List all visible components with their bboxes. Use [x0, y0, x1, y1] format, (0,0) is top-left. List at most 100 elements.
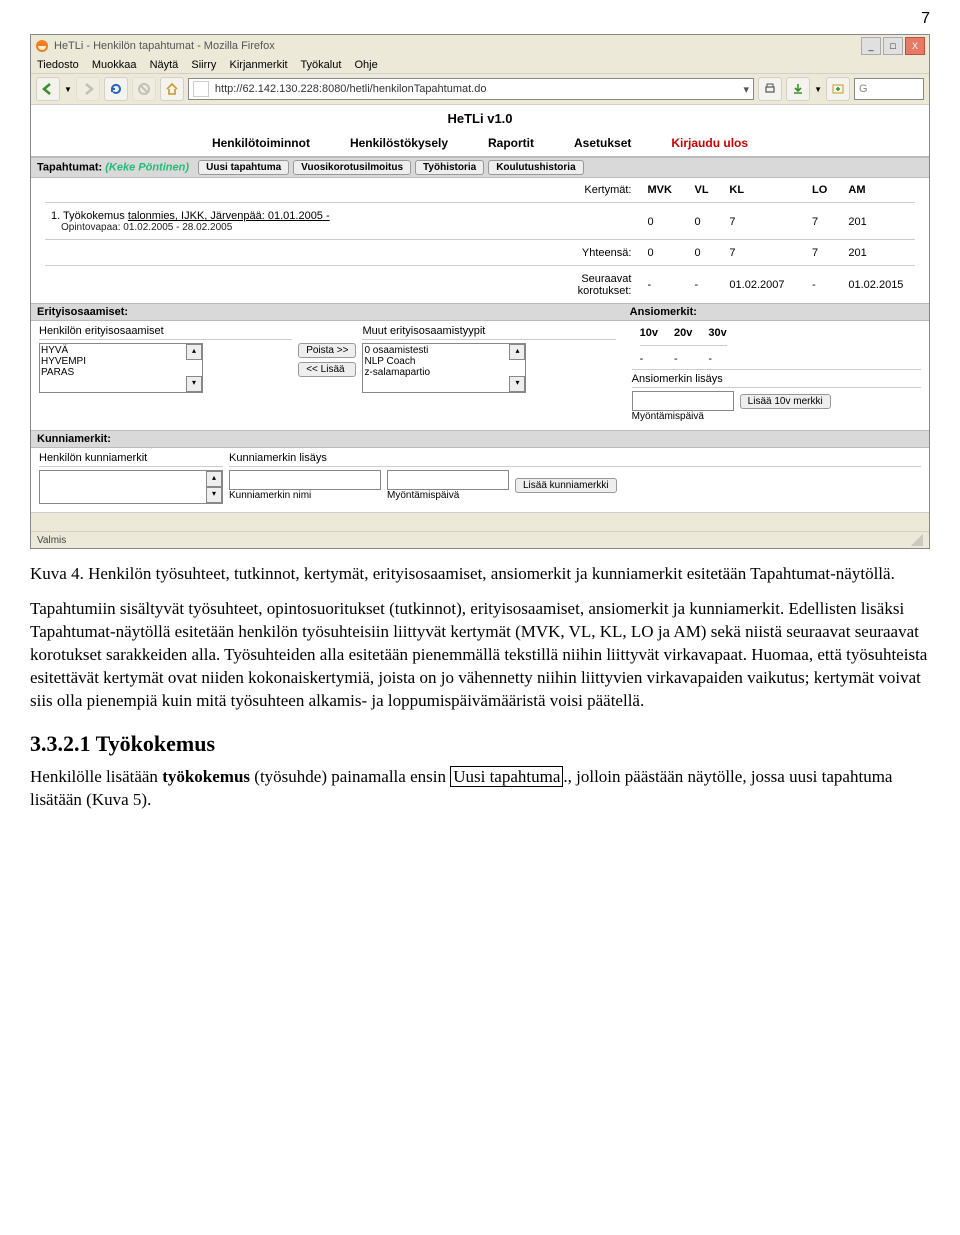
reload-button[interactable]	[104, 77, 128, 101]
next-vl: -	[686, 271, 721, 299]
col-mvk: MVK	[639, 182, 686, 198]
ansio-20v: 20v	[666, 325, 700, 341]
back-button[interactable]	[36, 77, 60, 101]
print-button[interactable]	[758, 77, 782, 101]
menu-tools[interactable]: Työkalut	[300, 59, 341, 71]
current-user[interactable]: (Keke Pöntinen)	[105, 161, 189, 173]
menu-view[interactable]: Näytä	[150, 59, 179, 71]
nav-henkilostokysely[interactable]: Henkilöstökysely	[350, 136, 448, 150]
scroll-down-icon[interactable]: ▾	[509, 376, 525, 392]
scroll-down-icon[interactable]: ▾	[186, 376, 202, 392]
ansio-val-10: -	[632, 351, 666, 367]
kunnia-left-label: Henkilön kunniamerkit	[39, 452, 223, 464]
val-kl: 7	[721, 208, 804, 235]
erityis-panel-head: Erityisosaamiset:	[31, 303, 624, 321]
col-vl: VL	[686, 182, 721, 198]
menu-help[interactable]: Ohje	[354, 59, 377, 71]
forward-button[interactable]	[76, 77, 100, 101]
menu-bookmarks[interactable]: Kirjanmerkit	[230, 59, 288, 71]
url-dropdown-icon[interactable]: ▾	[744, 83, 750, 96]
menu-file[interactable]: Tiedosto	[37, 59, 79, 71]
val-am: 201	[840, 208, 923, 235]
list-item[interactable]: HYVÄ	[41, 345, 201, 356]
erityis-right-label: Muut erityisosaamistyypit	[362, 325, 615, 337]
lisaa-kunniamerkki-button[interactable]: Lisää kunniamerkki	[515, 478, 617, 493]
vuosikorotusilmoitus-button[interactable]: Vuosikorotusilmoitus	[293, 160, 411, 175]
list-item[interactable]: PARAS	[41, 367, 201, 378]
resize-grip-icon[interactable]	[911, 534, 923, 546]
kunnia-list[interactable]: ▴▾	[39, 470, 223, 504]
window-minimize-button[interactable]: _	[861, 37, 881, 55]
lisaa-10v-button[interactable]: Lisää 10v merkki	[740, 394, 831, 409]
page-number: 7	[30, 10, 930, 28]
menu-go[interactable]: Siirry	[191, 59, 216, 71]
window-title: HeTLi - Henkilön tapahtumat - Mozilla Fi…	[54, 40, 861, 52]
ansio-30v: 30v	[700, 325, 734, 341]
kunnia-date-label: Myöntämispäivä	[387, 490, 509, 501]
event-sub: Opintovapaa: 01.02.2005 - 28.02.2005	[51, 222, 631, 233]
scroll-up-icon[interactable]: ▴	[186, 344, 202, 360]
kunnia-name-input[interactable]	[229, 470, 381, 490]
col-kl: KL	[721, 182, 804, 198]
scroll-up-icon[interactable]: ▴	[509, 344, 525, 360]
url-input[interactable]	[213, 82, 740, 96]
erityis-right-list[interactable]: 0 osaamistesti NLP Coach z-salamapartio …	[362, 343, 526, 393]
nav-logout[interactable]: Kirjaudu ulos	[671, 136, 748, 150]
tyohistoria-button[interactable]: Työhistoria	[415, 160, 484, 175]
event-link[interactable]: talonmies, IJKK, Järvenpää: 01.01.2005 -	[128, 210, 330, 222]
body-paragraph: Tapahtumiin sisältyvät työsuhteet, opint…	[30, 598, 930, 713]
ansio-val-30: -	[700, 351, 734, 367]
list-item[interactable]: NLP Coach	[364, 356, 524, 367]
search-engine-icon: G	[859, 83, 868, 95]
poista-button[interactable]: Poista >>	[298, 343, 356, 358]
koulutushistoria-button[interactable]: Koulutushistoria	[488, 160, 583, 175]
uusi-tapahtuma-button[interactable]: Uusi tapahtuma	[198, 160, 289, 175]
print-dropdown-icon[interactable]: ▼	[814, 85, 822, 94]
myontamispaiva-label: Myöntämispäivä	[632, 411, 921, 422]
scroll-up-icon[interactable]: ▴	[206, 471, 222, 487]
col-lo: LO	[804, 182, 840, 198]
ansio-date-input[interactable]	[632, 391, 734, 411]
browser-menubar[interactable]: Tiedosto Muokkaa Näytä Siirry Kirjanmerk…	[31, 57, 929, 74]
nav-henkilotoiminnot[interactable]: Henkilötoiminnot	[212, 136, 310, 150]
url-field[interactable]: ▾	[188, 78, 754, 100]
list-item[interactable]: z-salamapartio	[364, 367, 524, 378]
list-item[interactable]: HYVEMPI	[41, 356, 201, 367]
val-vl: 0	[686, 208, 721, 235]
erityis-left-label: Henkilön erityisosaamiset	[39, 325, 292, 337]
window-maximize-button[interactable]: □	[883, 37, 903, 55]
downloads-button[interactable]	[786, 77, 810, 101]
val-mvk: 0	[639, 208, 686, 235]
firefox-window: HeTLi - Henkilön tapahtumat - Mozilla Fi…	[30, 34, 930, 549]
firefox-icon	[35, 39, 49, 53]
stop-button[interactable]	[132, 77, 156, 101]
nav-raportit[interactable]: Raportit	[488, 136, 534, 150]
kunnia-name-label: Kunniamerkin nimi	[229, 490, 381, 501]
home-button[interactable]	[160, 77, 184, 101]
newtab-button[interactable]	[826, 77, 850, 101]
next-mvk: -	[639, 271, 686, 299]
menu-edit[interactable]: Muokkaa	[92, 59, 137, 71]
scroll-down-icon[interactable]: ▾	[206, 487, 222, 503]
list-item[interactable]: 0 osaamistesti	[364, 345, 524, 356]
kunnia-date-input[interactable]	[387, 470, 509, 490]
body-paragraph-2: Henkilölle lisätään työkokemus (työsuhde…	[30, 766, 930, 812]
search-field[interactable]: G	[854, 78, 924, 100]
next-lo: -	[804, 271, 840, 299]
window-close-button[interactable]: X	[905, 37, 925, 55]
nav-asetukset[interactable]: Asetukset	[574, 136, 631, 150]
section-heading: 3.3.2.1 Työkokemus	[30, 729, 930, 759]
lisaa-button[interactable]: << Lisää	[298, 362, 356, 377]
erityis-left-list[interactable]: HYVÄ HYVEMPI PARAS ▴ ▾	[39, 343, 203, 393]
ansio-val-20: -	[666, 351, 700, 367]
tot-lo: 7	[804, 245, 840, 261]
back-dropdown-icon[interactable]: ▼	[64, 85, 72, 94]
figure-caption: Kuva 4. Henkilön työsuhteet, tutkinnot, …	[30, 563, 930, 586]
val-lo: 7	[804, 208, 840, 235]
kunnia-right-label: Kunniamerkin lisäys	[229, 452, 921, 464]
tot-kl: 7	[721, 245, 804, 261]
page-icon	[193, 81, 209, 97]
ansio-10v: 10v	[632, 325, 666, 341]
ansio-panel-head: Ansiomerkit:	[624, 303, 929, 321]
tapahtumat-label: Tapahtumat:	[37, 161, 102, 173]
